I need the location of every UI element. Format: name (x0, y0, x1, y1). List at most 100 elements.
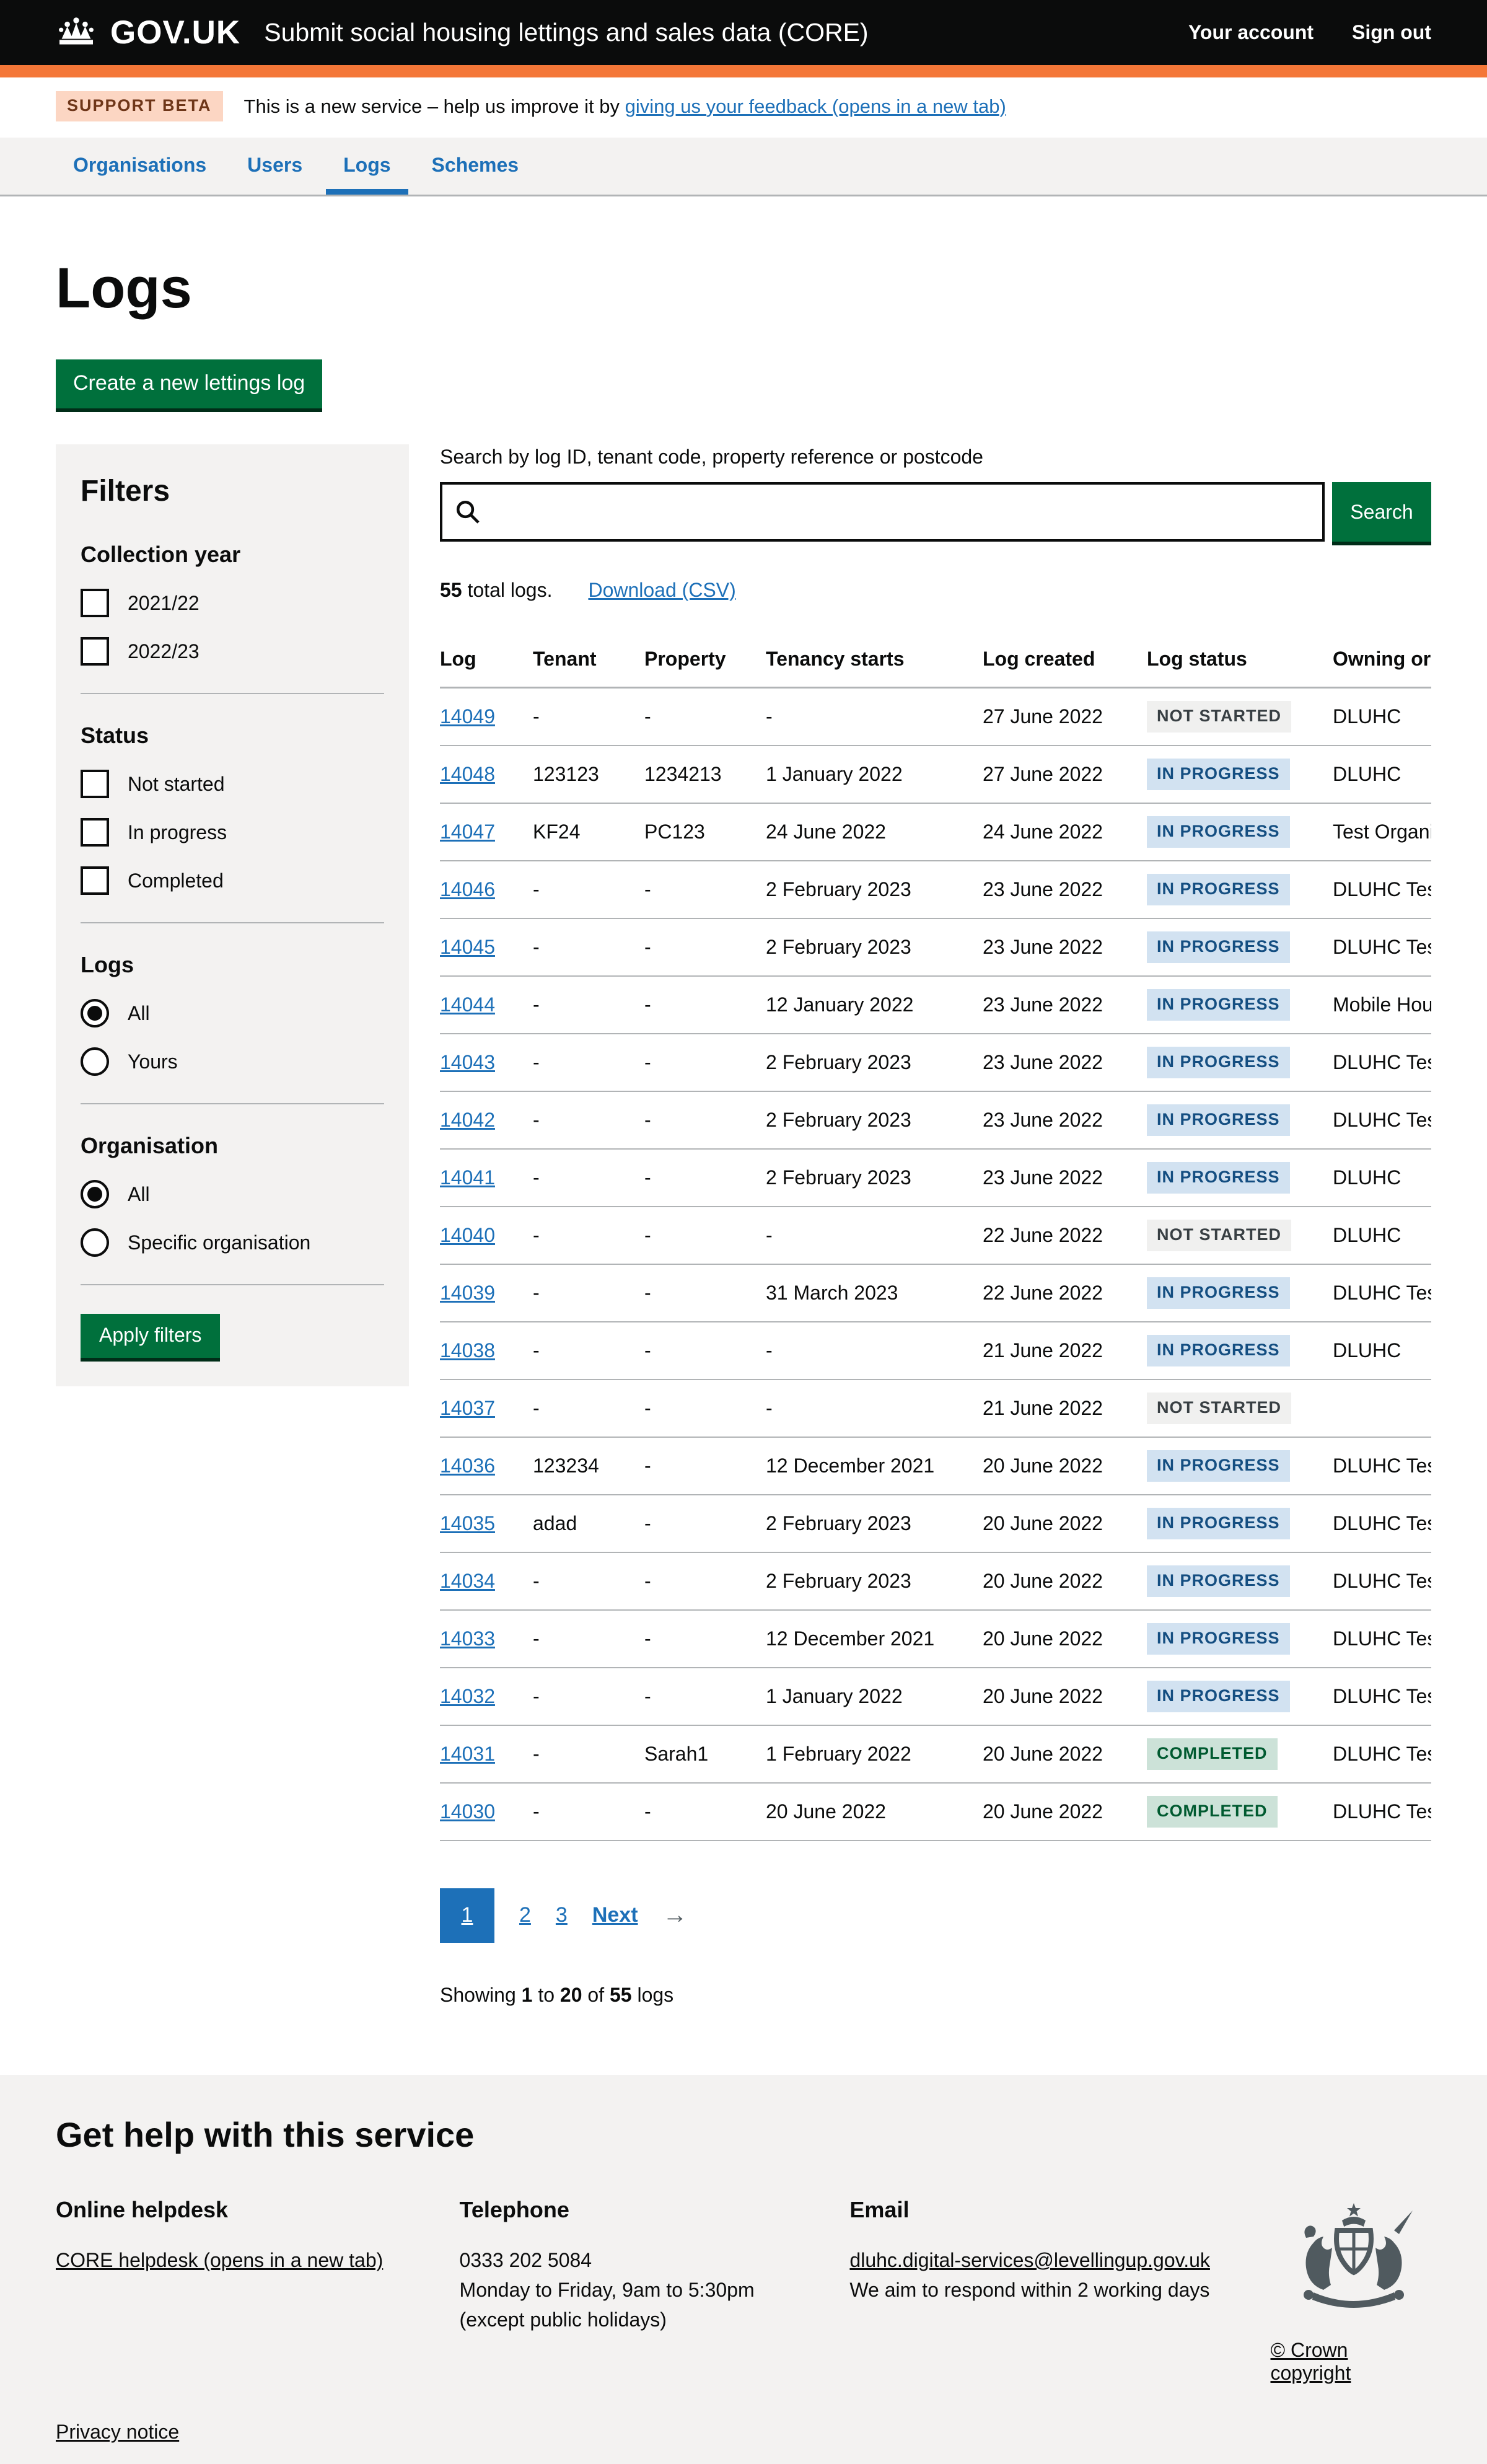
log-link[interactable]: 14030 (440, 1800, 495, 1823)
tenancy-starts-cell: 1 January 2022 (766, 746, 983, 803)
tenancy-starts-cell: 20 June 2022 (766, 1783, 983, 1841)
filter-group-heading: Status (81, 723, 384, 749)
log-status-cell: IN PROGRESS (1147, 1034, 1333, 1091)
tenant-cell: - (533, 1552, 644, 1610)
nav-tab-organisations[interactable]: Organisations (56, 138, 224, 195)
log-created-cell: 27 June 2022 (983, 688, 1147, 746)
status-badge: IN PROGRESS (1147, 816, 1290, 848)
search-label: Search by log ID, tenant code, property … (440, 446, 1431, 469)
pagination: 1 23 Next → (440, 1888, 1431, 1943)
status-checkbox[interactable] (81, 866, 109, 895)
table-row: 14034--2 February 202320 June 2022IN PRO… (440, 1552, 1431, 1610)
property-cell: - (644, 1149, 766, 1207)
property-cell: - (644, 976, 766, 1034)
log-link[interactable]: 14041 (440, 1166, 495, 1189)
table-row: 14045--2 February 202323 June 2022IN PRO… (440, 918, 1431, 976)
log-created-cell: 23 June 2022 (983, 918, 1147, 976)
owning-organisation-cell: DLUHC Test (1333, 1783, 1431, 1841)
log-link[interactable]: 14036 (440, 1454, 495, 1477)
tenant-cell: - (533, 1034, 644, 1091)
log-link[interactable]: 14039 (440, 1282, 495, 1304)
tenant-cell: - (533, 1264, 644, 1322)
status-badge: IN PROGRESS (1147, 1277, 1290, 1309)
page-title: Logs (56, 256, 1431, 321)
column-header: Tenant (533, 648, 644, 688)
apply-filters-button[interactable]: Apply filters (81, 1314, 220, 1358)
log-id-cell: 14046 (440, 861, 533, 918)
pagination-page-2[interactable]: 2 (519, 1903, 531, 1927)
nav-tab-schemes[interactable]: Schemes (415, 138, 537, 195)
filter-option-label: In progress (128, 821, 227, 844)
filter-option-label: Not started (128, 773, 225, 796)
table-row: 14049---27 June 2022NOT STARTEDDLUHC (440, 688, 1431, 746)
log-link[interactable]: 14046 (440, 878, 495, 900)
log-link[interactable]: 14037 (440, 1397, 495, 1419)
log-link[interactable]: 14034 (440, 1570, 495, 1592)
footer-heading: Get help with this service (56, 2114, 1431, 2155)
email-link[interactable]: dluhc.digital-services@levellingup.gov.u… (849, 2249, 1210, 2271)
log-link[interactable]: 14038 (440, 1339, 495, 1362)
privacy-notice-link[interactable]: Privacy notice (56, 2421, 179, 2443)
log-link[interactable]: 14047 (440, 821, 495, 843)
nav-tab-users[interactable]: Users (230, 138, 320, 195)
log-id-cell: 14032 (440, 1668, 533, 1725)
collection-year-checkbox[interactable] (81, 589, 109, 617)
log-link[interactable]: 14045 (440, 936, 495, 958)
core-helpdesk-link[interactable]: CORE helpdesk (opens in a new tab) (56, 2249, 383, 2271)
your-account-link[interactable]: Your account (1188, 21, 1314, 44)
organisation-radio[interactable] (81, 1180, 109, 1208)
create-lettings-log-button[interactable]: Create a new lettings log (56, 359, 322, 408)
log-link[interactable]: 14042 (440, 1109, 495, 1131)
log-link[interactable]: 14044 (440, 993, 495, 1016)
filter-option-label: Specific organisation (128, 1231, 310, 1254)
govuk-logo[interactable]: GOV.UK (56, 14, 240, 51)
logs-radio[interactable] (81, 999, 109, 1027)
log-link[interactable]: 14049 (440, 705, 495, 728)
log-link[interactable]: 14048 (440, 763, 495, 785)
log-link[interactable]: 14040 (440, 1224, 495, 1246)
search-input[interactable] (440, 482, 1325, 542)
pagination-page-3[interactable]: 3 (556, 1903, 568, 1927)
log-id-cell: 14030 (440, 1783, 533, 1841)
log-link[interactable]: 14032 (440, 1685, 495, 1707)
log-link[interactable]: 14033 (440, 1627, 495, 1650)
log-status-cell: IN PROGRESS (1147, 746, 1333, 803)
feedback-link[interactable]: giving us your feedback (opens in a new … (625, 95, 1006, 117)
log-id-cell: 14045 (440, 918, 533, 976)
footer-email-column: Email dluhc.digital-services@levellingup… (849, 2193, 1270, 2385)
status-checkbox[interactable] (81, 770, 109, 798)
logs-table-wrapper: LogTenantPropertyTenancy startsLog creat… (440, 648, 1431, 1841)
log-link[interactable]: 14035 (440, 1512, 495, 1534)
filter-option-label: 2021/22 (128, 592, 200, 615)
owning-organisation-cell: DLUHC Test (1333, 1495, 1431, 1552)
pagination-next[interactable]: Next (592, 1903, 638, 1927)
service-name[interactable]: Submit social housing lettings and sales… (264, 18, 868, 47)
results-section: Search by log ID, tenant code, property … (440, 444, 1431, 2007)
sign-out-link[interactable]: Sign out (1352, 21, 1431, 44)
crown-copyright-link[interactable]: © Crown copyright (1271, 2339, 1432, 2385)
log-link[interactable]: 14031 (440, 1743, 495, 1765)
log-status-cell: IN PROGRESS (1147, 976, 1333, 1034)
download-csv-link[interactable]: Download (CSV) (588, 579, 735, 602)
table-row: 14043--2 February 202323 June 2022IN PRO… (440, 1034, 1431, 1091)
organisation-radio[interactable] (81, 1228, 109, 1257)
collection-year-checkbox[interactable] (81, 637, 109, 666)
table-row: 14038---21 June 2022IN PROGRESSDLUHC (440, 1322, 1431, 1379)
status-badge: IN PROGRESS (1147, 1565, 1290, 1597)
tenancy-starts-cell: 31 March 2023 (766, 1264, 983, 1322)
status-badge: COMPLETED (1147, 1738, 1278, 1770)
owning-organisation-cell: DLUHC (1333, 688, 1431, 746)
search-button[interactable]: Search (1332, 482, 1431, 542)
logs-radio[interactable] (81, 1047, 109, 1076)
tenancy-starts-cell: 24 June 2022 (766, 803, 983, 861)
log-link[interactable]: 14043 (440, 1051, 495, 1073)
helpdesk-heading: Online helpdesk (56, 2193, 460, 2227)
table-row: 14046--2 February 202323 June 2022IN PRO… (440, 861, 1431, 918)
log-id-cell: 14047 (440, 803, 533, 861)
nav-tab-logs[interactable]: Logs (326, 138, 408, 195)
email-heading: Email (849, 2193, 1270, 2227)
tenancy-starts-cell: - (766, 1207, 983, 1264)
pagination-current-page[interactable]: 1 (440, 1888, 494, 1943)
tenant-cell: - (533, 976, 644, 1034)
status-checkbox[interactable] (81, 818, 109, 847)
